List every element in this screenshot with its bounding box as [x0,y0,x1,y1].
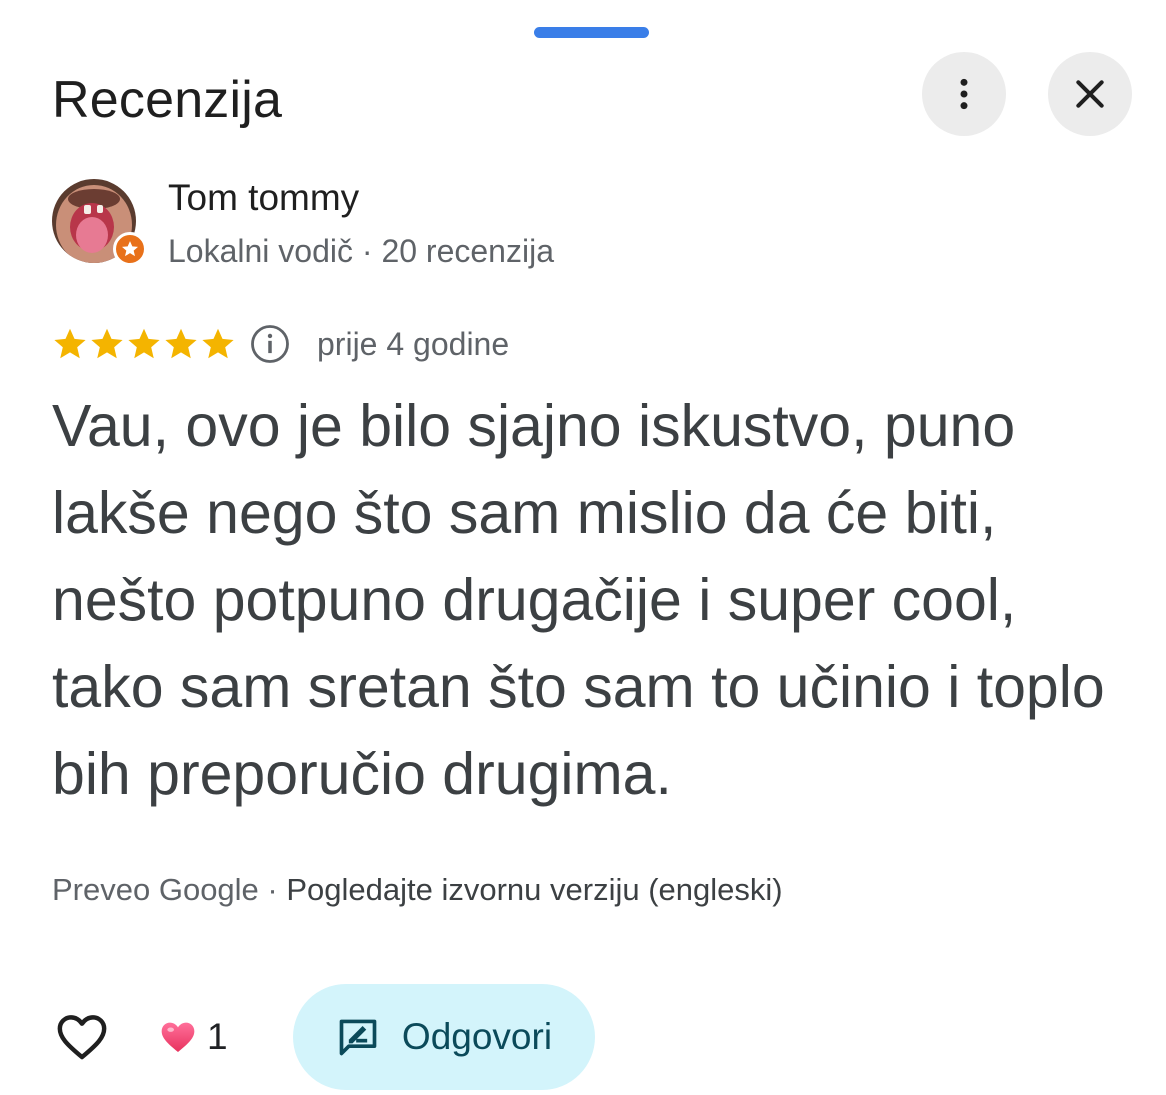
drag-handle[interactable] [534,27,649,38]
local-guide-star-icon [122,241,138,257]
close-icon [1076,80,1104,108]
reply-button[interactable]: Odgovori [293,984,595,1090]
close-button[interactable] [1048,52,1132,136]
heart-outline-icon [57,1015,107,1060]
translation-row: Preveo Google · Pogledajte izvornu verzi… [52,868,783,912]
review-sheet: Recenzija Tom tommy Lokalni vodič · 20 r… [0,0,1166,1095]
info-icon[interactable] [249,323,291,365]
review-text: Vau, ovo je bilo sjajno iskustvo, puno l… [52,393,1105,807]
reaction-summary[interactable]: 1 [158,1013,228,1061]
like-button[interactable] [52,1007,112,1067]
more-vert-icon [960,78,968,110]
local-guide-badge [113,232,147,266]
star-icon [54,328,86,359]
sheet-title: Recenzija [52,71,283,129]
translated-by-label: Preveo Google · [52,872,287,907]
author-name[interactable]: Tom tommy [168,176,359,220]
star-icon [165,328,197,359]
more-options-button[interactable] [922,52,1006,136]
star-icon [202,328,234,359]
star-rating [52,326,236,362]
reply-icon [339,1019,377,1056]
view-original-link[interactable]: Pogledajte izvornu verziju (engleski) [286,872,782,907]
review-time: prije 4 godine [317,326,510,362]
rating-row: prije 4 godine [52,322,509,366]
star-icon [128,328,160,359]
reaction-count: 1 [207,1016,228,1057]
star-icon [91,328,123,359]
pink-heart-icon [161,1022,195,1052]
reply-label: Odgovori [401,1016,553,1057]
author-meta: Lokalni vodič · 20 recenzija [168,233,554,269]
